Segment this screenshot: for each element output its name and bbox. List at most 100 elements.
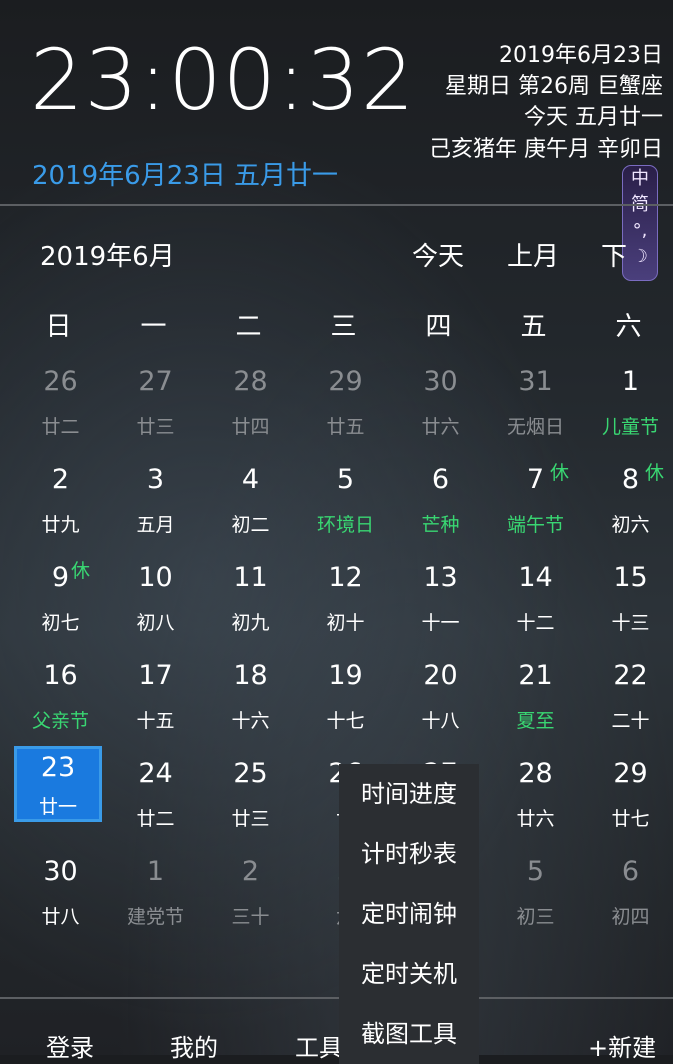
- lunar-label: 无烟日: [506, 416, 564, 438]
- day-cell[interactable]: 6 芒种: [393, 450, 488, 548]
- day-cell[interactable]: 16 父亲节: [13, 646, 108, 744]
- next-month-button[interactable]: 下: [601, 236, 627, 273]
- day-cell[interactable]: 22 二十: [583, 646, 673, 744]
- lunar-label: 端午节: [506, 514, 564, 536]
- day-cell[interactable]: 28 廿六: [488, 744, 583, 842]
- day-cell[interactable]: 27 廿三: [108, 352, 203, 450]
- menu-item-time-progress[interactable]: 时间进度: [339, 764, 479, 824]
- day-cell[interactable]: 5 初三: [488, 842, 583, 940]
- lunar-label: 五月: [136, 514, 175, 536]
- day-cell[interactable]: 5 环境日: [298, 450, 393, 548]
- day-cell[interactable]: 23 廿一: [14, 746, 102, 822]
- mine-button[interactable]: 我的: [170, 1028, 218, 1063]
- lunar-label: 三十: [231, 906, 270, 928]
- day-number: 13: [423, 562, 458, 593]
- lunar-label: 十五: [136, 710, 175, 732]
- day-cell[interactable]: 7 端午节休: [488, 450, 583, 548]
- month-title[interactable]: 2019年6月: [40, 236, 175, 273]
- day-number: 2: [51, 464, 70, 495]
- day-cell[interactable]: 18 十六: [203, 646, 298, 744]
- day-cell[interactable]: 12 初十: [298, 548, 393, 646]
- day-cell[interactable]: 31 无烟日: [488, 352, 583, 450]
- day-cell[interactable]: 30 廿六: [393, 352, 488, 450]
- day-cell[interactable]: 11 初九: [203, 548, 298, 646]
- lunar-label: 十八: [421, 710, 460, 732]
- day-cell[interactable]: 26 廿二: [13, 352, 108, 450]
- weekday-label: 一: [140, 312, 167, 342]
- lunar-label: 十七: [326, 710, 365, 732]
- day-number: 6: [431, 464, 450, 495]
- day-number: 25: [233, 758, 268, 789]
- day-cell[interactable]: 1 儿童节: [583, 352, 673, 450]
- day-cell[interactable]: 24 廿二: [108, 744, 203, 842]
- day-cell[interactable]: 3 五月: [108, 450, 203, 548]
- bottom-divider: [0, 997, 673, 999]
- day-cell[interactable]: 10 初八: [108, 548, 203, 646]
- menu-item-screenshot[interactable]: 截图工具: [339, 1004, 479, 1064]
- day-cell[interactable]: 30 廿八: [13, 842, 108, 940]
- lunar-label: 初四: [611, 906, 650, 928]
- menu-item-stopwatch[interactable]: 计时秒表: [339, 824, 479, 884]
- lunar-label: 芒种: [421, 514, 460, 536]
- tools-button[interactable]: 工具: [295, 1028, 343, 1063]
- day-cell[interactable]: 1 建党节: [108, 842, 203, 940]
- day-cell[interactable]: 28 廿四: [203, 352, 298, 450]
- day-cell[interactable]: 14 十二: [488, 548, 583, 646]
- day-number: 30: [43, 856, 78, 887]
- day-cell[interactable]: 6 初四: [583, 842, 673, 940]
- day-number: 5: [336, 464, 355, 495]
- day-cell[interactable]: 29 廿七: [583, 744, 673, 842]
- holiday-rest-badge: 休: [71, 560, 91, 582]
- holiday-rest-badge: 休: [550, 462, 570, 484]
- punctuation-icon[interactable]: °,: [623, 218, 657, 244]
- day-number: 26: [43, 366, 78, 397]
- day-number: 29: [328, 366, 363, 397]
- holiday-rest-badge: 休: [645, 462, 665, 484]
- day-number: 23: [40, 752, 76, 783]
- day-number: 3: [146, 464, 165, 495]
- lunar-label: 廿二: [136, 808, 175, 830]
- day-number: 31: [518, 366, 553, 397]
- lunar-label: 初二: [231, 514, 270, 536]
- today-button[interactable]: 今天: [412, 236, 464, 273]
- day-cell[interactable]: 17 十五: [108, 646, 203, 744]
- ime-toolbar[interactable]: 中 简 °, ☽: [622, 165, 658, 281]
- day-cell[interactable]: 13 十一: [393, 548, 488, 646]
- day-number: 2: [241, 856, 260, 887]
- date-info-panel: 2019年6月23日 星期日 第26周 巨蟹座 今天 五月廿一 己亥猪年 庚午月…: [429, 40, 663, 165]
- new-event-button[interactable]: +新建: [588, 1028, 656, 1063]
- day-cell[interactable]: 15 十三: [583, 548, 673, 646]
- day-number: 20: [423, 660, 458, 691]
- day-cell[interactable]: 21 夏至: [488, 646, 583, 744]
- lunar-label: 十一: [421, 612, 460, 634]
- login-button[interactable]: 登录: [46, 1028, 94, 1063]
- day-number: 9: [51, 562, 70, 593]
- prev-month-button[interactable]: 上月: [507, 236, 559, 273]
- day-cell[interactable]: 2 廿九: [13, 450, 108, 548]
- clock-lunar-date: 2019年6月23日 五月廿一: [32, 161, 339, 191]
- day-number: 1: [621, 366, 640, 397]
- info-today: 今天 五月廿一: [524, 105, 663, 131]
- day-cell[interactable]: 29 廿五: [298, 352, 393, 450]
- day-number: 28: [233, 366, 268, 397]
- menu-item-shutdown-timer[interactable]: 定时关机: [339, 944, 479, 1004]
- day-cell[interactable]: 2 三十: [203, 842, 298, 940]
- lunar-label: 儿童节: [601, 416, 659, 438]
- lunar-label: 二十: [611, 710, 650, 732]
- weekday-label: 日: [45, 312, 72, 342]
- day-cell[interactable]: 20 十八: [393, 646, 488, 744]
- day-cell[interactable]: 8 初六休: [583, 450, 673, 548]
- menu-item-alarm[interactable]: 定时闹钟: [339, 884, 479, 944]
- day-cell[interactable]: 19 十七: [298, 646, 393, 744]
- day-cell[interactable]: 4 初二: [203, 450, 298, 548]
- day-number: 12: [328, 562, 363, 593]
- day-cell[interactable]: 9 初七 休: [13, 548, 108, 646]
- lunar-label: 初六: [611, 514, 650, 536]
- tools-menu: 时间进度 计时秒表 定时闹钟 定时关机 截图工具: [339, 764, 479, 1064]
- lunar-label: 初十: [326, 612, 365, 634]
- lunar-label: 廿五: [326, 416, 365, 438]
- ime-mode[interactable]: 中: [623, 166, 657, 192]
- day-cell[interactable]: 25 廿三: [203, 744, 298, 842]
- day-number: 22: [613, 660, 648, 691]
- moon-icon[interactable]: ☽: [623, 244, 657, 270]
